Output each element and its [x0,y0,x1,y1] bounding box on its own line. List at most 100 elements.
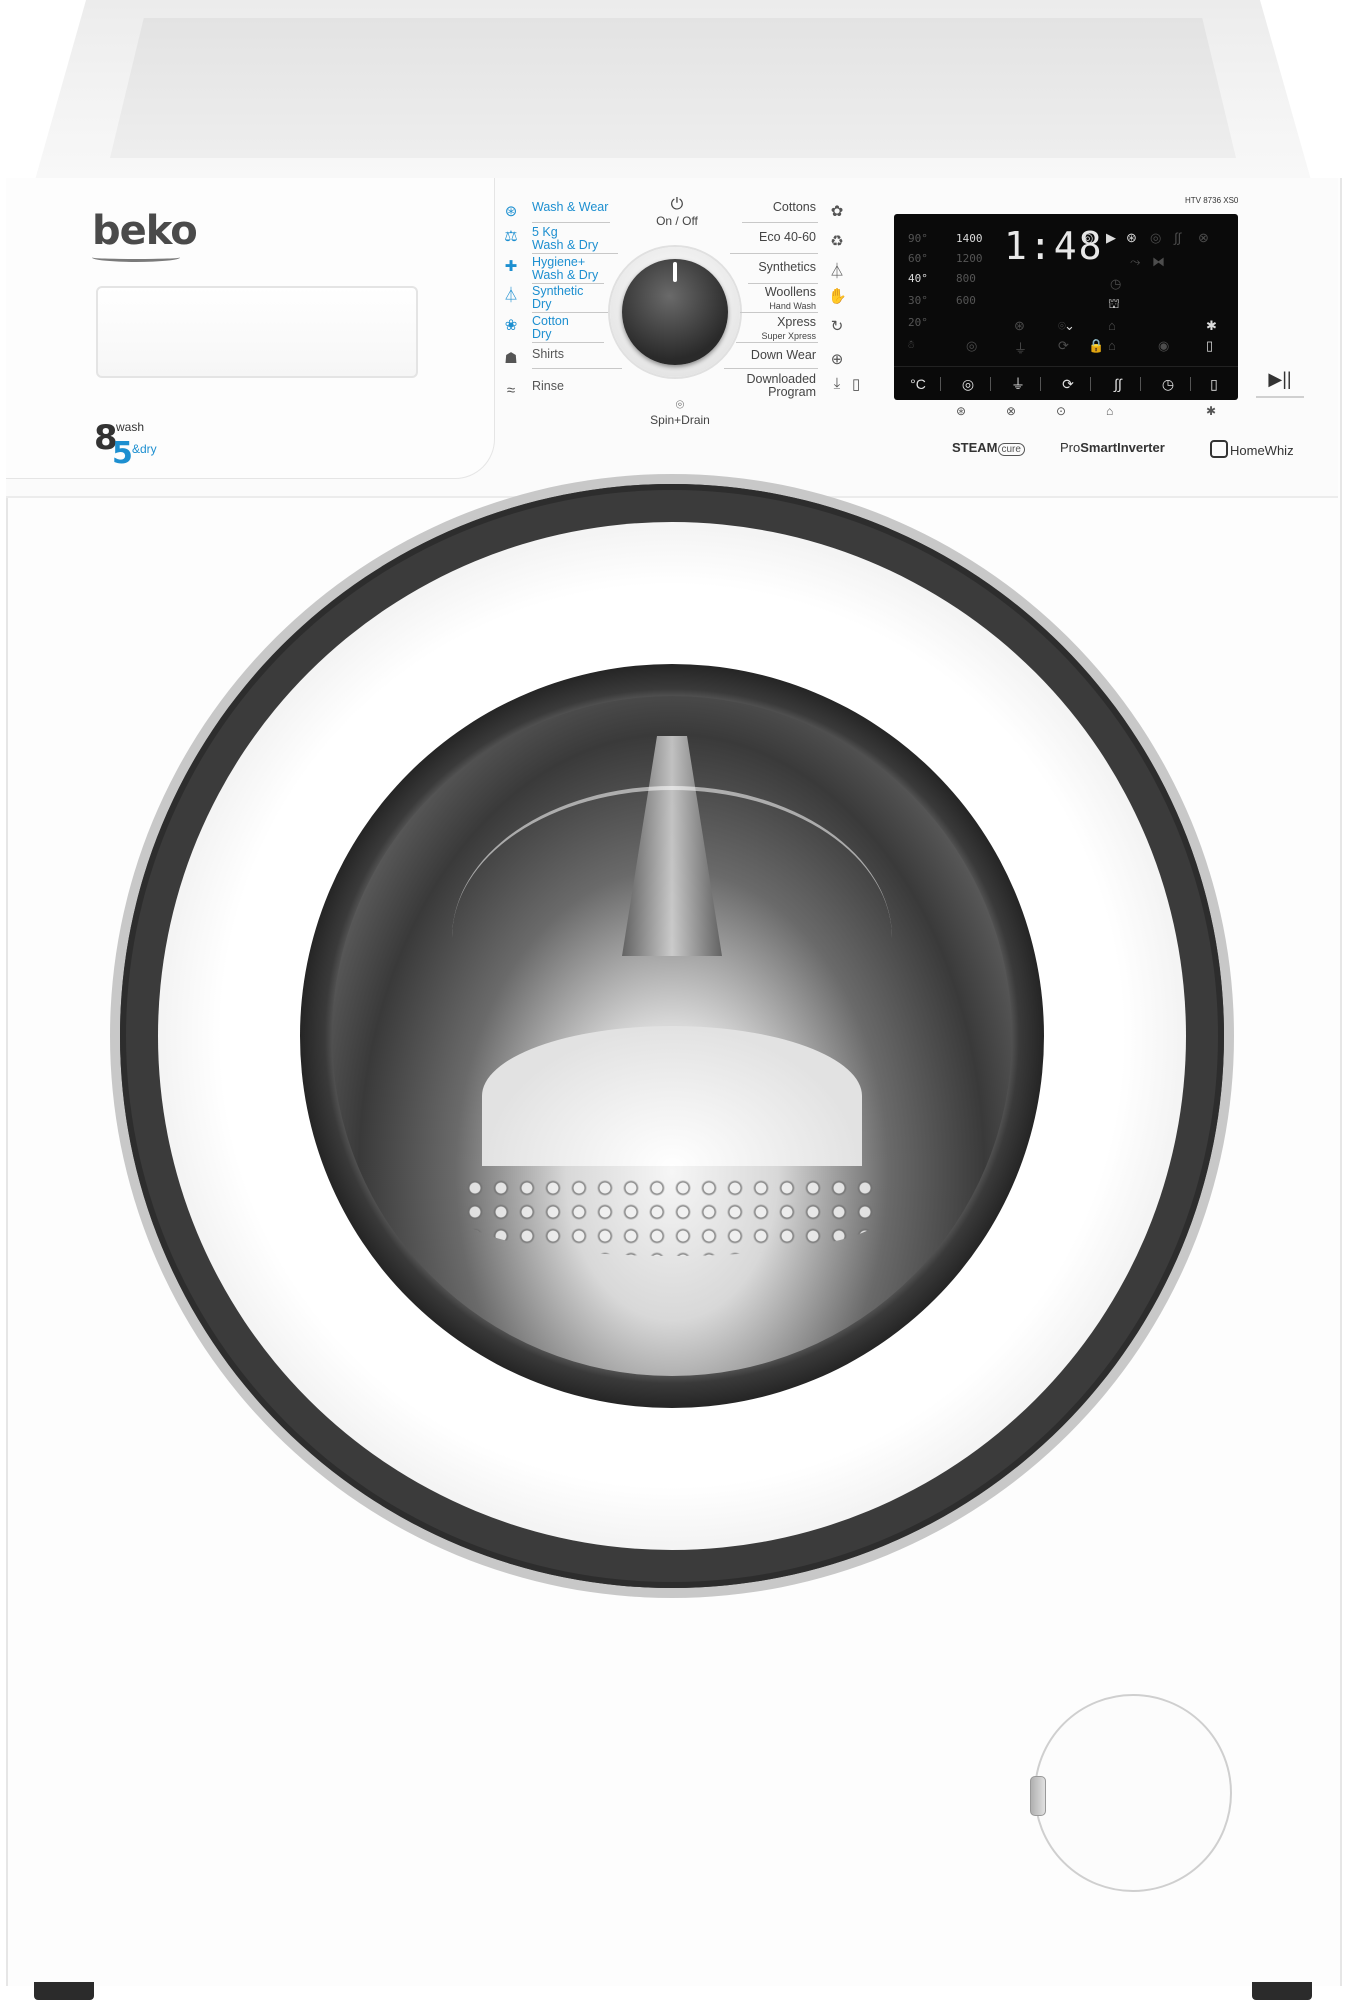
cycle-icon: ◎ [966,338,978,353]
bluetooth-icon: ✱ [1206,318,1217,333]
down-wear-icon: ⊕ [830,351,844,368]
filter-hatch-notch[interactable] [1030,1776,1046,1816]
sensor-icon: ◉ [1158,338,1170,353]
homewhiz-badge: HomeWhiz [1210,440,1294,458]
child-lock-icon: 🔒 [1088,338,1105,353]
cotton-icon: ✿ [830,203,844,220]
leader-line [532,222,610,223]
program-synthetic-dry[interactable]: ⏃ Synthetic Dry [502,285,612,311]
program-hygiene-wash-dry[interactable]: ✚ Hygiene+ Wash & Dry [502,256,612,282]
phone-icon: ▯ [1206,338,1214,353]
eco-icon: ♻ [830,233,844,250]
detergent-drawer[interactable] [96,286,418,378]
program-label: Cottons [772,200,816,214]
program-rinse[interactable]: ≈ Rinse [502,380,612,406]
temp-30: 30° [908,294,928,307]
temperature-button[interactable]: °C [898,373,938,395]
delay-timer-button[interactable]: ◷ [1148,373,1188,395]
tub-icon: ⌂ [1108,318,1116,333]
homewhiz-icon [1210,440,1228,458]
temp-60: 60° [908,252,928,265]
synthetic-dry-icon: ⏃ [503,287,519,304]
basin-icon: ⏚ [1014,341,1028,356]
program-wash-wear[interactable]: ⊛ Wash & Wear [502,201,612,227]
leader-line [532,368,622,369]
woollens-icon: ✋ [828,288,847,305]
remote-control-button[interactable]: ▯ [1194,373,1234,395]
brand-logo: beko [92,208,198,254]
prewash-hold-icon: ⊛ [956,404,967,418]
spin-speed-button[interactable]: ◎ [948,373,988,395]
program-label: Rinse [532,379,564,393]
program-cottons[interactable]: Cottons ✿ [730,201,846,227]
logo-swoosh [92,253,180,262]
extra-rinse-hold-icon: ⊗ [1006,404,1017,418]
program-xpress[interactable]: Xpress Super Xpress ↻ [730,316,846,342]
quick-wash-button[interactable]: ⟳ [1048,373,1088,395]
hygiene-icon: ✚ [504,258,518,275]
cotton-dry-icon: ❀ [504,317,518,334]
quick-icon: ⟳ [1058,338,1069,353]
spin-drain-label: ⌾ Spin+Drain [640,396,720,427]
power-icon: ⏻ [670,196,684,213]
program-shirts[interactable]: ☗ Shirts [502,348,612,374]
temp-90: 90° [908,232,928,245]
program-woollens[interactable]: Woollens Hand Wash ✋ [730,285,847,312]
spin-status-icon: ◎ [1150,230,1162,245]
drum-holes [462,1176,882,1256]
temp-20: 20° [908,316,928,329]
leader-line [730,253,818,254]
glass-glare [452,786,892,1090]
divider [1040,377,1041,391]
prewash-button[interactable]: ⏚ [998,373,1038,395]
lcd-display: 90° 60° 40° 30° 20° ☃ 1400 1200 800 600 … [894,214,1238,400]
program-label: Down Wear [750,348,816,362]
divider [1140,377,1141,391]
program-label: Woollens Hand Wash [764,285,816,312]
program-label: Wash & Wear [532,200,609,214]
program-label: Xpress Super Xpress [761,315,816,342]
xpress-icon: ↻ [830,318,844,335]
spin-1400: 1400 [956,232,983,245]
on-off-label: ⏻ On / Off [652,196,702,228]
filter-hatch[interactable] [1034,1694,1232,1892]
program-label: Eco 40-60 [759,230,816,244]
program-label: 5 Kg Wash & Dry [532,225,599,252]
wash-wear-icon: ⊛ [504,203,518,220]
program-5kg-wash-dry[interactable]: ⚖ 5 Kg Wash & Dry [502,226,612,252]
child-lock-hold-icon: ⌂ [1106,404,1114,418]
shirt-icon: ☗ [504,350,518,367]
program-cotton-dry[interactable]: ❀ Cotton Dry [502,315,612,341]
wash-label: wash [116,420,145,434]
spin-1200: 1200 [956,252,983,265]
drying-level-icon: ⧓ [1152,254,1165,269]
steam-button[interactable]: ∫∫ [1098,373,1138,395]
wash-dry-5kg-icon: ⚖ [504,228,518,245]
top-lid-recess [110,18,1236,158]
rinse-icon: ≈ [506,382,516,399]
bluetooth-hold-icon: ✱ [1206,404,1217,418]
detergent-icon: ⛫ [1108,296,1120,311]
program-label: Cotton Dry [532,314,569,341]
dry-label: &dry [132,442,157,456]
leader-line [532,342,604,343]
foot-right [1252,1982,1312,2000]
divider [940,377,941,391]
model-number: HTV 8736 XS0 [1185,196,1239,205]
program-label: Synthetic Dry [532,284,584,311]
washing-machine: beko 8 wash 5 &dry ⊛ Wash & Wear ⚖ 5 Kg W… [0,0,1346,2000]
steam-status-icon: ◎ [1082,230,1094,245]
start-pause-button[interactable]: ▶|| [1256,362,1304,398]
divider [1190,377,1191,391]
divider [1090,377,1091,391]
capacity-badge: 8 wash 5 &dry [94,418,184,471]
display-button-row: °C ◎ ⏚ ⟳ ∫∫ ◷ ▯ [894,366,1238,401]
remote-icon: ▯ [852,376,861,393]
steam-icon: ∫∫ [1174,230,1182,245]
down-arrow-icon: ⌄ [1064,318,1075,333]
play-status-icon: ▶ [1106,230,1116,245]
program-downloaded[interactable]: Downloaded Program ⤓ [730,373,846,399]
dry-status-icon: ⊗ [1198,230,1209,245]
rinse-hold-icon: ⊙ [1056,404,1067,418]
steamcure-badge: STEAM cure [952,440,1025,456]
